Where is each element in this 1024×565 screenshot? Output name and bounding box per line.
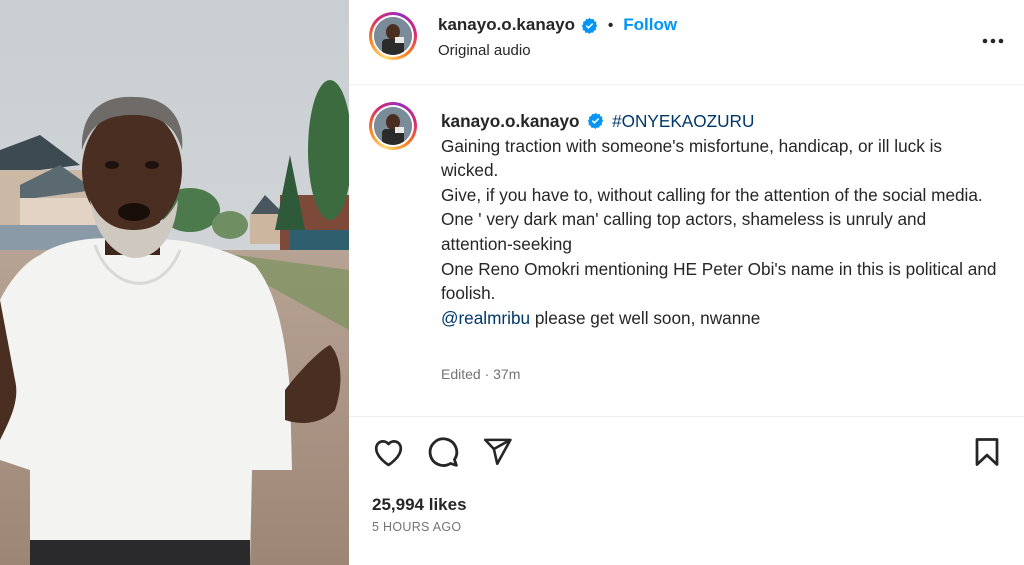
caption-line: One Reno Omokri mentioning HE Peter Obi'… [441,258,997,304]
mention-link[interactable]: @realmribu [441,308,530,328]
follow-button[interactable]: Follow [623,15,677,35]
post-media-video[interactable] [0,0,349,565]
avatar-image [374,107,412,145]
caption-line: Give, if you have to, without calling fo… [441,184,983,205]
post-details-panel: kanayo.o.kanayo • Follow Original audio [349,0,1024,565]
verified-badge-icon [581,17,598,34]
comment-icon[interactable] [427,436,459,473]
avatar-image [374,17,412,55]
caption-author-avatar[interactable] [369,102,417,150]
caption-text: kanayo.o.kanayo #ONYEKAOZURU Gaining tra… [441,109,1001,330]
caption-last-line: @realmribu please get well soon, nwanne [441,306,1001,331]
bookmark-icon[interactable] [973,437,1001,472]
caption-line: One ' very dark man' calling top actors,… [441,209,927,254]
post-header: kanayo.o.kanayo • Follow Original audio [349,0,1024,85]
audio-label[interactable]: Original audio [438,42,531,59]
post-actions: 25,994 likes 5 HOURS AGO [349,416,1024,565]
author-username[interactable]: kanayo.o.kanayo [438,15,575,35]
caption-line: Gaining traction with someone's misfortu… [441,135,942,181]
separator-dot: • [608,16,614,34]
post-timestamp[interactable]: 5 HOURS AGO [372,520,461,534]
hashtag-link[interactable]: #ONYEKAOZURU [612,111,754,131]
author-avatar[interactable] [369,12,417,60]
caption-username[interactable]: kanayo.o.kanayo [441,111,580,131]
post-caption: kanayo.o.kanayo #ONYEKAOZURU Gaining tra… [349,86,1024,416]
author-name-row: kanayo.o.kanayo • Follow [438,15,677,35]
verified-badge-icon [588,112,604,129]
caption-mention-text: please get well soon, nwanne [530,307,761,328]
likes-count[interactable]: 25,994 likes [372,495,467,515]
more-options-icon[interactable] [982,24,1004,50]
video-frame-image [0,0,349,565]
share-icon[interactable] [482,436,513,472]
caption-edited-timestamp: Edited · 37m [441,366,521,382]
heart-icon[interactable] [372,437,405,472]
